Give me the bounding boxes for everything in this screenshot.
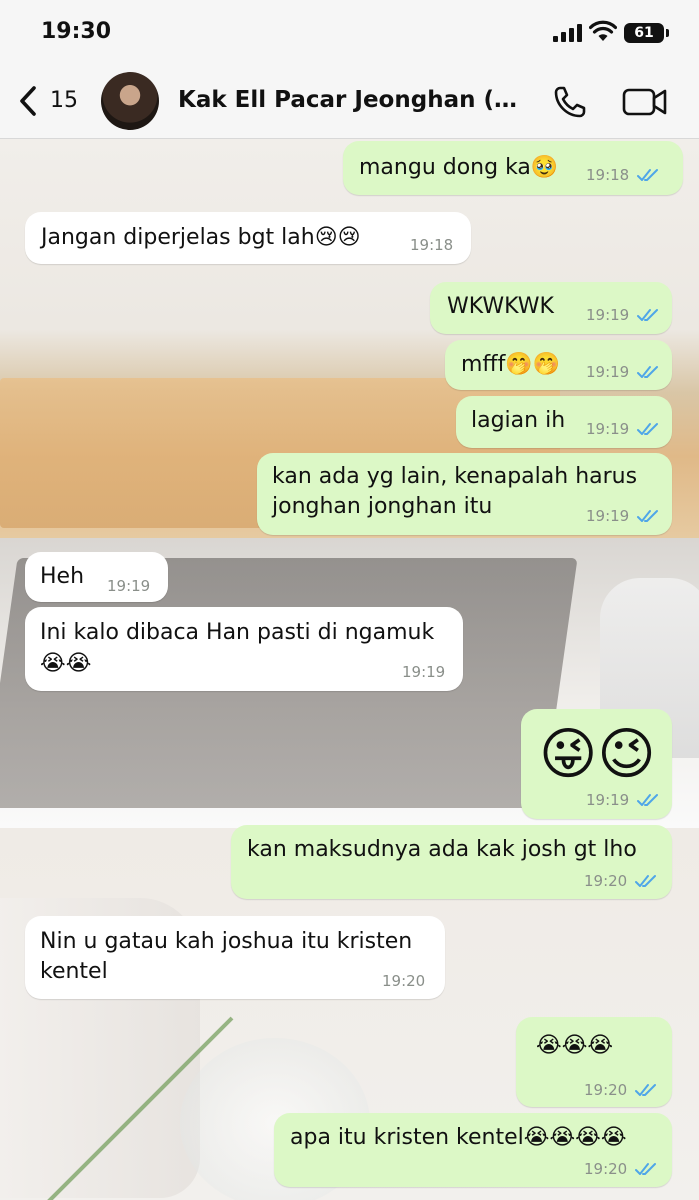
message-text-line1: Ini kalo dibaca Han pasti di ngamuk — [40, 620, 435, 645]
message-time: 19:19 — [402, 663, 446, 681]
message-text-line2: kentel — [40, 959, 108, 984]
message-bubble-outgoing[interactable]: kan ada yg lain, kenapalah harus jonghan… — [257, 453, 672, 535]
status-bar: 19:30 61 — [0, 0, 699, 66]
message-text-line2: jonghan jonghan itu — [272, 494, 493, 519]
message-time: 19:19 — [586, 363, 630, 381]
read-ticks-icon — [635, 1163, 656, 1175]
message-text: lagian ih — [471, 408, 566, 433]
message-text-line2: 😭😭 — [40, 651, 92, 676]
wifi-icon — [589, 20, 617, 41]
read-ticks-icon — [637, 366, 658, 378]
read-ticks-icon — [635, 875, 656, 887]
message-bubble-outgoing[interactable]: mfff🤭🤭 19:19 — [445, 340, 672, 390]
contact-name[interactable]: Kak Ell Pacar Jeonghan (k... — [178, 87, 528, 113]
message-time: 19:20 — [584, 1081, 628, 1099]
message-time: 19:20 — [382, 972, 426, 990]
message-bubble-outgoing[interactable]: WKWKWK 19:19 — [430, 282, 672, 334]
message-time: 19:20 — [584, 872, 628, 890]
message-text: 😭😭😭 — [536, 1033, 614, 1058]
message-time: 19:19 — [586, 791, 630, 809]
message-bubble-incoming[interactable]: Heh 19:19 — [25, 552, 168, 602]
message-bubble-outgoing[interactable]: kan maksudnya ada kak josh gt lho 19:20 — [231, 825, 672, 899]
status-time: 19:30 — [41, 19, 112, 44]
message-bubble-outgoing[interactable]: mangu dong ka🥹 19:18 — [343, 141, 683, 195]
message-bubble-outgoing[interactable]: 😜😉 19:19 — [521, 709, 672, 819]
message-text: apa itu kristen kentel😭😭😭😭 — [290, 1125, 627, 1150]
message-text: WKWKWK — [447, 294, 554, 319]
message-text: Jangan diperjelas bgt lah😢😢 — [41, 225, 361, 250]
message-bubble-incoming[interactable]: Jangan diperjelas bgt lah😢😢 19:18 — [25, 212, 471, 264]
read-ticks-icon — [637, 423, 658, 435]
message-time: 19:19 — [586, 306, 630, 324]
read-ticks-icon — [637, 510, 658, 522]
back-unread-count[interactable]: 15 — [50, 88, 78, 113]
video-camera-icon[interactable] — [622, 86, 668, 118]
message-bubble-incoming[interactable]: Nin u gatau kah joshua itu kristen kente… — [25, 916, 445, 999]
read-ticks-icon — [637, 309, 658, 321]
phone-icon[interactable] — [552, 84, 588, 120]
message-bubble-outgoing[interactable]: 😭😭😭 19:20 — [516, 1017, 672, 1107]
battery-tip — [666, 29, 669, 37]
chat-header: 15 Kak Ell Pacar Jeonghan (k... — [0, 66, 699, 139]
message-time: 19:19 — [107, 577, 151, 595]
cellular-signal-icon — [553, 24, 582, 42]
message-emoji: 😜😉 — [539, 722, 656, 787]
message-text: kan maksudnya ada kak josh gt lho — [247, 837, 637, 862]
read-ticks-icon — [637, 169, 658, 181]
message-text-line1: kan ada yg lain, kenapalah harus — [272, 464, 638, 489]
message-text: mangu dong ka🥹 — [359, 155, 559, 180]
read-ticks-icon — [637, 794, 658, 806]
battery-level: 61 — [624, 23, 664, 43]
avatar[interactable] — [101, 72, 159, 130]
message-time: 19:19 — [586, 420, 630, 438]
message-time: 19:19 — [586, 507, 630, 525]
message-time: 19:18 — [410, 236, 454, 254]
read-ticks-icon — [635, 1084, 656, 1096]
message-text: Heh — [40, 564, 85, 589]
message-text: mfff🤭🤭 — [461, 352, 561, 377]
message-time: 19:20 — [584, 1160, 628, 1178]
message-text-line1: Nin u gatau kah joshua itu kristen — [40, 929, 413, 954]
chevron-left-icon[interactable] — [14, 84, 44, 118]
message-bubble-incoming[interactable]: Ini kalo dibaca Han pasti di ngamuk 😭😭 1… — [25, 607, 463, 691]
message-bubble-outgoing[interactable]: apa itu kristen kentel😭😭😭😭 19:20 — [274, 1113, 672, 1187]
message-time: 19:18 — [586, 166, 630, 184]
message-bubble-outgoing[interactable]: lagian ih 19:19 — [456, 396, 672, 448]
